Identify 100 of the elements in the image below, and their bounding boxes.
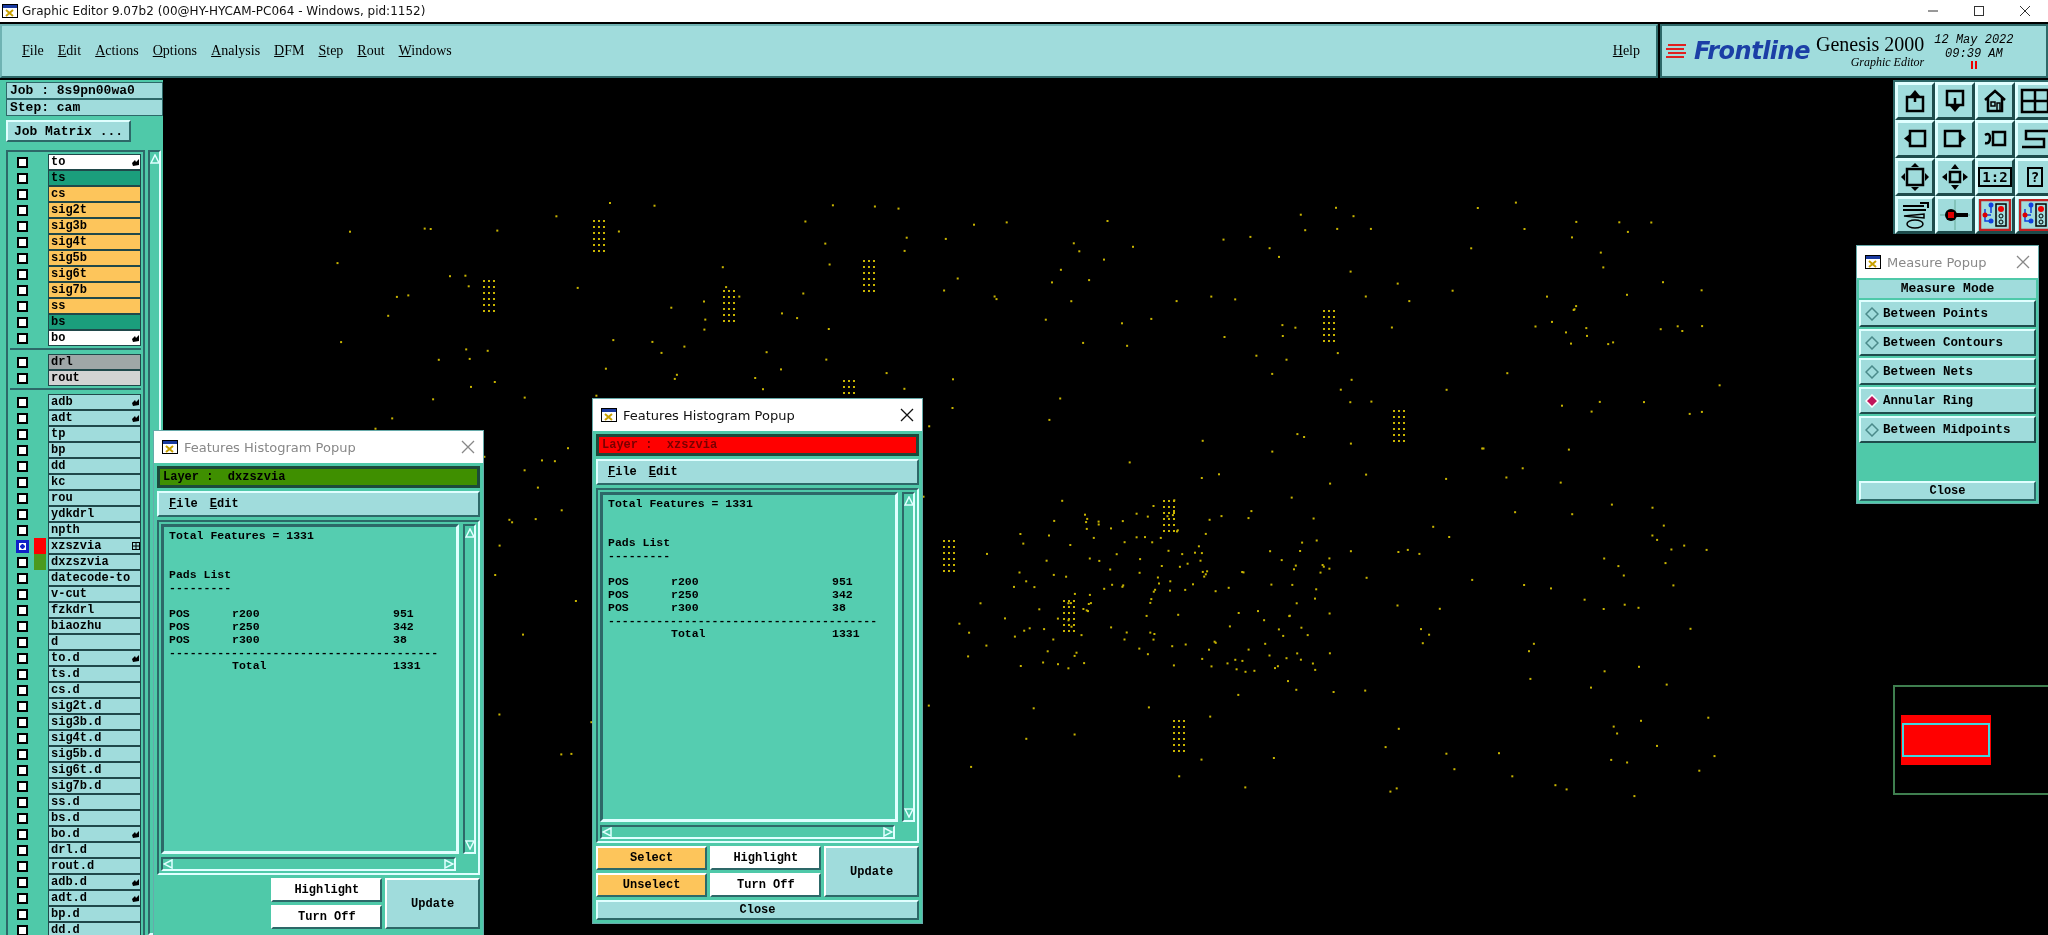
layer-name[interactable]: rout xyxy=(48,370,141,386)
layer-name[interactable]: tp xyxy=(48,426,141,442)
menu-item[interactable]: DFM xyxy=(268,41,311,61)
tool-button[interactable] xyxy=(1895,158,1935,196)
layer-name[interactable]: drl.d xyxy=(48,842,141,858)
scroll-down-icon[interactable] xyxy=(464,840,475,850)
layer-checkbox[interactable] xyxy=(16,252,28,264)
layer-name[interactable]: cs.d xyxy=(48,682,141,698)
layer-name[interactable]: biaozhu xyxy=(48,618,141,634)
layer-name[interactable]: ts xyxy=(48,170,141,186)
layer-name[interactable]: sig4t xyxy=(48,234,141,250)
menu-item[interactable]: Windows xyxy=(392,41,458,61)
layer-name[interactable]: xzszvia xyxy=(48,538,141,554)
layer-checkbox[interactable] xyxy=(16,556,28,568)
layer-checkbox[interactable] xyxy=(16,764,28,776)
layer-checkbox[interactable] xyxy=(16,668,28,680)
tool-button[interactable] xyxy=(1975,82,2015,120)
layer-checkbox[interactable] xyxy=(16,476,28,488)
layer-name[interactable]: dd.d xyxy=(48,922,141,935)
update-button[interactable]: Update xyxy=(824,846,919,897)
layer-name[interactable]: bo xyxy=(48,330,141,346)
layer-name[interactable]: rou xyxy=(48,490,141,506)
tool-button[interactable]: ? xyxy=(2015,158,2048,196)
vertical-scrollbar[interactable] xyxy=(463,524,476,854)
layer-name[interactable]: bp.d xyxy=(48,906,141,922)
layer-name[interactable]: v-cut xyxy=(48,586,141,602)
tool-button[interactable] xyxy=(1935,120,1975,158)
menu-item[interactable]: Step xyxy=(312,41,350,61)
layer-checkbox[interactable] xyxy=(16,412,28,424)
layer-checkbox[interactable] xyxy=(16,284,28,296)
layer-checkbox[interactable] xyxy=(16,356,28,368)
layer-checkbox[interactable] xyxy=(16,876,28,888)
scroll-up-icon[interactable] xyxy=(464,528,475,538)
tool-button[interactable] xyxy=(1895,120,1935,158)
layer-name[interactable]: sig3b xyxy=(48,218,141,234)
layer-checkbox[interactable] xyxy=(16,828,28,840)
toggle-button[interactable]: Turn Off xyxy=(710,873,822,897)
layer-name[interactable]: cs xyxy=(48,186,141,202)
layer-checkbox[interactable] xyxy=(16,572,28,584)
layer-name[interactable]: drl xyxy=(48,354,141,370)
layer-checkbox[interactable] xyxy=(16,444,28,456)
layer-name[interactable]: adt xyxy=(48,410,141,426)
mode-option[interactable]: Between Midpoints xyxy=(1859,416,2036,443)
layer-checkbox[interactable] xyxy=(16,652,28,664)
layer-checkbox[interactable] xyxy=(16,156,28,168)
layer-checkbox[interactable] xyxy=(16,268,28,280)
tool-button[interactable] xyxy=(1935,158,1975,196)
menu-item[interactable]: File xyxy=(169,497,198,511)
layer-name[interactable]: to xyxy=(48,154,141,170)
menu-item[interactable]: Edit xyxy=(209,497,239,511)
toggle-button[interactable]: Turn Off xyxy=(271,905,383,929)
layer-name[interactable]: d xyxy=(48,634,141,650)
layer-checkbox[interactable] xyxy=(16,748,28,760)
layer-name[interactable]: kc xyxy=(48,474,141,490)
layer-checkbox[interactable] xyxy=(16,924,28,935)
tool-button[interactable] xyxy=(2015,82,2048,120)
layer-name[interactable]: to.d xyxy=(48,650,141,666)
tool-button[interactable] xyxy=(1895,196,1935,234)
layer-checkbox[interactable] xyxy=(16,524,28,536)
layer-name[interactable]: sig2t xyxy=(48,202,141,218)
layer-name[interactable]: rout.d xyxy=(48,858,141,874)
vertical-scrollbar[interactable] xyxy=(902,492,915,822)
layer-checkbox[interactable] xyxy=(16,716,28,728)
menu-item[interactable]: Edit xyxy=(51,41,88,61)
layer-checkbox[interactable] xyxy=(16,892,28,904)
layer-checkbox[interactable] xyxy=(16,908,28,920)
toggle-button[interactable]: Highlight xyxy=(710,846,822,870)
layer-name[interactable]: adb.d xyxy=(48,874,141,890)
layer-checkbox[interactable] xyxy=(16,508,28,520)
layer-checkbox[interactable] xyxy=(16,316,28,328)
layer-checkbox[interactable] xyxy=(16,188,28,200)
layer-checkbox[interactable] xyxy=(16,732,28,744)
tool-button[interactable] xyxy=(1895,82,1935,120)
layer-name[interactable]: sig4t.d xyxy=(48,730,141,746)
layer-name[interactable]: sig5b xyxy=(48,250,141,266)
close-button[interactable]: Close xyxy=(1859,481,2036,501)
layer-name[interactable]: sig7b xyxy=(48,282,141,298)
tool-button[interactable] xyxy=(1975,196,2015,234)
menu-item[interactable]: Edit xyxy=(648,465,678,479)
layer-checkbox[interactable] xyxy=(16,220,28,232)
layer-name[interactable]: npth xyxy=(48,522,141,538)
mode-option[interactable]: Between Points xyxy=(1859,300,2036,327)
layer-checkbox[interactable] xyxy=(16,684,28,696)
scroll-down-icon[interactable] xyxy=(903,808,914,818)
layer-checkbox[interactable] xyxy=(16,540,28,552)
layer-name[interactable]: sig2t.d xyxy=(48,698,141,714)
menu-item[interactable]: Analysis xyxy=(205,41,267,61)
layer-name[interactable]: bs.d xyxy=(48,810,141,826)
mode-option[interactable]: Between Nets xyxy=(1859,358,2036,385)
menu-item[interactable]: Actions xyxy=(89,41,145,61)
menu-item[interactable]: File xyxy=(608,465,637,479)
help-menu[interactable]: Help xyxy=(1606,41,1646,61)
layer-name[interactable]: bs xyxy=(48,314,141,330)
layer-checkbox[interactable] xyxy=(16,396,28,408)
job-matrix-button[interactable]: Job Matrix ... xyxy=(6,120,131,142)
layer-name[interactable]: fzkdrl xyxy=(48,602,141,618)
close-button[interactable]: Close xyxy=(596,900,919,920)
tool-button[interactable] xyxy=(2015,120,2048,158)
select-button[interactable]: Select xyxy=(596,846,708,870)
layer-name[interactable]: datecode-to xyxy=(48,570,141,586)
